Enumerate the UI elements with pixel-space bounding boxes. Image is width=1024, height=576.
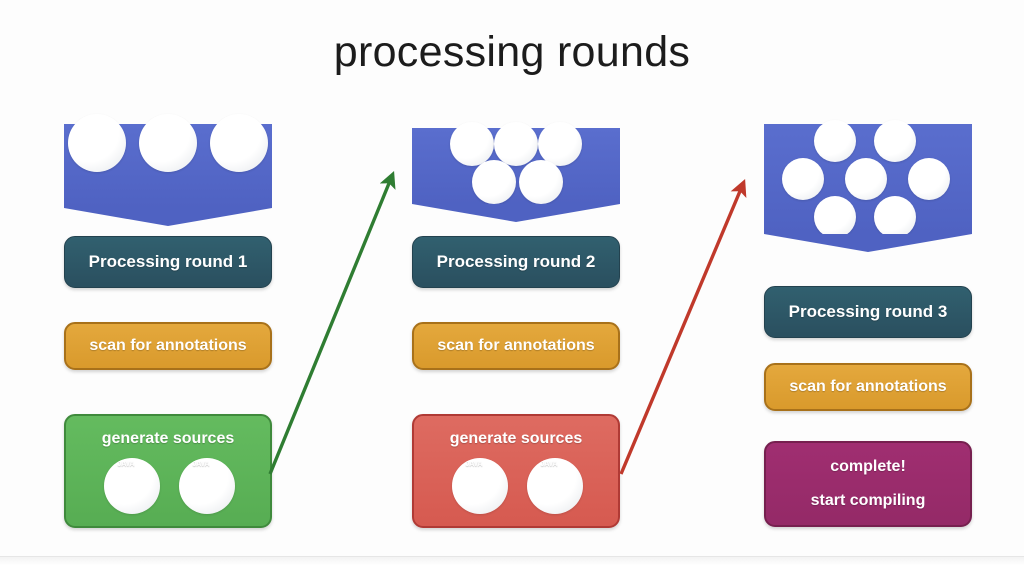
java-file-icon: JAVA <box>885 198 906 231</box>
round-3-column: JAVA JAVA <box>718 0 1018 556</box>
java-file-icon: JAVA <box>541 461 570 505</box>
java-file-icon: JAVA <box>856 160 877 193</box>
round-label: Processing round 3 <box>788 302 948 321</box>
file-bubble: JAVA <box>782 158 824 200</box>
round-3-label-box[interactable]: Processing round 3 <box>764 286 972 338</box>
round-1-label-box[interactable]: Processing round 1 <box>64 236 272 288</box>
java-file-icon: JAVA <box>118 461 147 505</box>
round-3-input-funnel: JAVA JAVA <box>764 120 972 252</box>
round-2-generate-box[interactable]: generate sources JAVA J <box>412 414 620 528</box>
java-file-icon: JAVA <box>793 160 814 193</box>
round-1-scan-box[interactable]: scan for annotations <box>64 322 272 370</box>
round-1-input-funnel: JAVA JAVA <box>64 114 272 226</box>
java-file-icon: JAVA <box>530 163 552 196</box>
java-file-icon: JAVA <box>461 125 483 158</box>
scan-label: scan for annotations <box>437 337 595 354</box>
file-bubble: JAVA <box>908 158 950 200</box>
generate-label: generate sources <box>101 430 235 447</box>
funnel-point <box>412 204 620 222</box>
file-bubble: JAVA <box>527 458 583 514</box>
java-file-icon: JAVA <box>483 163 505 196</box>
round-2-column: JAVA JAVA <box>366 0 666 556</box>
file-bubble: JAVA <box>452 458 508 514</box>
file-bubble: JAVA <box>450 122 494 166</box>
java-file-icon: JAVA <box>466 461 495 505</box>
round-2-label-box[interactable]: Processing round 2 <box>412 236 620 288</box>
java-file-icon: JAVA <box>224 117 254 162</box>
round-1-generate-box[interactable]: generate sources JAVA J <box>64 414 272 528</box>
java-file-icon: JAVA <box>825 122 846 155</box>
round-label: Processing round 1 <box>88 252 248 271</box>
funnel-point <box>764 234 972 252</box>
round-2-scan-box[interactable]: scan for annotations <box>412 322 620 370</box>
slide-canvas: processing rounds JAVA <box>0 0 1024 556</box>
file-bubble: JAVA <box>179 458 235 514</box>
java-file-icon: JAVA <box>505 125 527 158</box>
scan-label: scan for annotations <box>789 378 947 395</box>
round-3-scan-box[interactable]: scan for annotations <box>764 363 972 411</box>
java-file-icon: JAVA <box>153 117 183 162</box>
funnel-point <box>64 208 272 226</box>
file-bubble: JAVA <box>472 160 516 204</box>
java-file-icon: JAVA <box>82 117 112 162</box>
file-bubble: JAVA <box>874 196 916 238</box>
file-bubble: JAVA <box>139 114 197 172</box>
round-label: Processing round 2 <box>436 252 596 271</box>
file-bubble: JAVA <box>814 120 856 162</box>
file-bubble: JAVA <box>68 114 126 172</box>
file-bubble: JAVA <box>845 158 887 200</box>
round-1-column: JAVA JAVA <box>18 0 318 556</box>
java-file-icon: JAVA <box>825 198 846 231</box>
start-compiling-label: start compiling <box>810 492 926 509</box>
java-file-icon: JAVA <box>919 160 940 193</box>
generated-files: JAVA JAVA <box>414 458 618 520</box>
java-file-icon: JAVA <box>549 125 571 158</box>
slide-bottom-edge <box>0 556 1024 576</box>
complete-label: complete! <box>830 458 906 475</box>
file-bubble: JAVA <box>519 160 563 204</box>
java-file-icon: JAVA <box>885 122 906 155</box>
file-bubble: JAVA <box>494 122 538 166</box>
file-bubble: JAVA <box>814 196 856 238</box>
scan-label: scan for annotations <box>89 337 247 354</box>
file-bubble: JAVA <box>210 114 268 172</box>
file-bubble: JAVA <box>104 458 160 514</box>
round-3-complete-box[interactable]: complete! start compiling <box>764 441 972 527</box>
generate-label: generate sources <box>449 430 583 447</box>
java-file-icon: JAVA <box>193 461 222 505</box>
file-bubble: JAVA <box>874 120 916 162</box>
generated-files: JAVA JAVA <box>66 458 270 520</box>
round-2-input-funnel: JAVA JAVA <box>412 122 620 222</box>
